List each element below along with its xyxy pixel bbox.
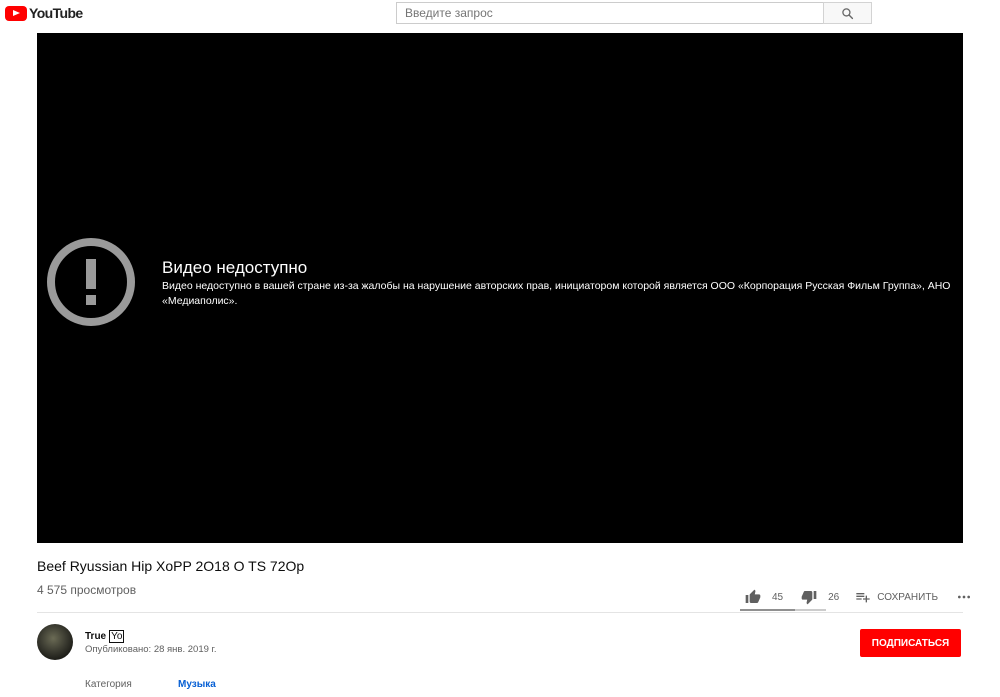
channel-name-text: True [85,631,107,642]
more-actions-button[interactable] [956,589,972,605]
view-count: 4 575 просмотров [37,583,137,597]
youtube-logo-icon [5,5,27,21]
playlist-add-icon [856,593,870,603]
thumbs-up-icon [745,589,761,603]
channel-avatar[interactable] [37,624,73,660]
logo-text: YouTube [29,5,83,21]
save-button[interactable]: СОХРАНИТЬ [855,589,938,605]
like-count: 45 [772,591,784,603]
channel-name[interactable]: True Yo [85,630,125,643]
alert-circle-icon [47,238,135,326]
youtube-logo[interactable]: YouTube [5,5,83,21]
error-detail: Видео недоступно в вашей стране из-за жа… [162,280,951,307]
sentiment-bar-likes [740,609,795,611]
search-icon [842,7,854,19]
video-actions: 45 26 СОХРАНИТЬ [740,583,972,611]
divider [37,612,963,613]
dislike-count: 26 [828,591,840,603]
video-player[interactable]: Видео недоступно Видео недоступно в ваше… [37,33,963,543]
more-horizontal-icon [958,595,971,599]
save-label: СОХРАНИТЬ [877,591,939,603]
category-link[interactable]: Музыка [178,679,216,690]
publish-date: Опубликовано: 28 янв. 2019 г. [85,644,217,655]
sentiment-bar [740,609,826,611]
video-title: Beef Ryussian Hip XoPP 2O18 O TS 72Op [37,558,305,574]
category-label: Категория [85,679,132,690]
search-input[interactable] [396,2,823,24]
thumbs-down-icon [801,591,817,605]
subscribe-button[interactable]: ПОДПИСАТЬСЯ [860,629,961,657]
dislike-button[interactable]: 26 [801,589,839,605]
like-button[interactable]: 45 [745,589,783,605]
search-button[interactable] [823,2,872,24]
masthead: YouTube [0,0,1000,28]
search-box [396,2,872,24]
error-title: Видео недоступно [162,258,308,277]
channel-name-tag: Yo [109,630,125,643]
